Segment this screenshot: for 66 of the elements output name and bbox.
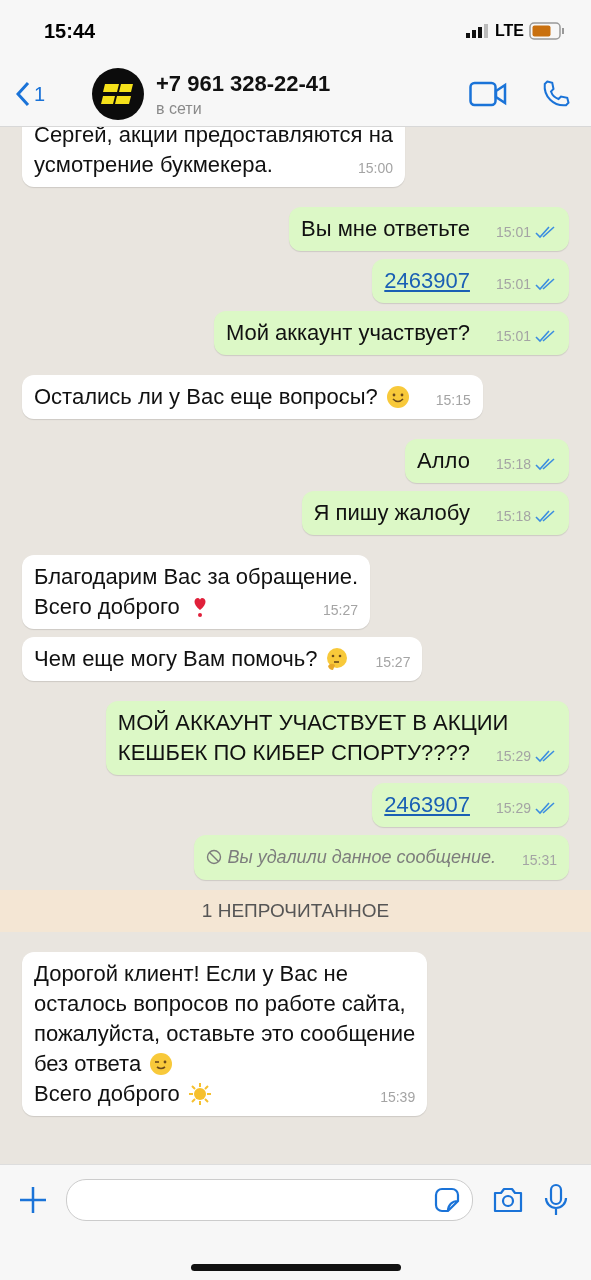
message-time: 15:27 [375,654,411,670]
battery-icon [529,22,565,40]
network-type: LTE [494,22,524,40]
message-text: Алло [417,447,470,475]
double-check-icon [535,801,557,815]
double-check-icon [535,457,557,471]
message-text: Чем еще могу Вам помочь? [34,645,318,673]
message-time: 15:31 [521,852,557,868]
double-check-icon [535,749,557,763]
chevron-left-icon [16,81,30,107]
message-text: Всего доброго [34,593,180,621]
message-link[interactable]: 2463907 [384,790,470,820]
message-text: Я пишу жалобу [313,499,470,527]
message-text: без ответа [34,1050,142,1078]
microphone-button[interactable] [543,1183,569,1217]
contact-avatar[interactable] [92,68,144,120]
microphone-icon [543,1183,569,1217]
message-text: КЕШБЕК ПО КИБЕР СПОРТУ???? [117,739,470,767]
winking-face-icon [149,1052,174,1076]
double-check-icon [535,509,557,523]
attach-button[interactable] [18,1185,48,1215]
smiley-icon [385,385,410,409]
message-text: Благодарим Вас за обращение. [34,563,359,591]
double-check-icon [535,277,557,291]
message-time: 15:29 [495,800,531,816]
camera-button[interactable] [491,1185,525,1215]
back-button[interactable]: 1 [16,81,82,107]
phone-icon [541,79,571,109]
deleted-notice: Вы удалили данное сообщение. [227,846,496,869]
unread-label: 1 НЕПРОЧИТАННОЕ [201,900,390,921]
presence-status: в сети [156,99,203,118]
message-time: 15:18 [495,508,531,524]
message-text: Дорогой клиент! Если у Вас не [34,960,348,988]
message-time: 15:01 [495,224,531,240]
message-text: Вы мне ответьте [301,215,470,243]
camera-icon [491,1185,525,1215]
message-input-field[interactable] [66,1179,473,1221]
video-camera-icon [469,81,507,107]
message-text: Мой аккаунт участвует? [225,319,470,347]
contact-name: +7 961 328-22-41 [156,70,332,97]
status-time: 15:44 [44,19,96,43]
sticker-icon [434,1187,460,1213]
ban-icon [206,849,223,865]
message-time: 15:01 [495,276,531,292]
message-text: осталось вопросов по работе сайта, [34,990,406,1018]
double-check-icon [535,225,557,239]
message-link[interactable]: 2463907 [384,266,470,296]
message-time: 15:27 [323,602,359,618]
message-time: 15:39 [380,1089,416,1105]
voice-call-button[interactable] [541,79,571,109]
message-text: Остались ли у Вас еще вопросы? [34,383,378,411]
sun-icon [187,1082,212,1106]
message-text: Всего доброго [34,1080,180,1108]
message-time: 15:18 [495,456,531,472]
message-text: МОЙ АККАУНТ УЧАСТВУЕТ В АКЦИИ [117,709,509,737]
message-text: усмотрение букмекера. [34,151,273,179]
message-time: 15:01 [495,328,531,344]
message-text: пожалуйста, оставьте это сообщение [34,1020,416,1048]
double-check-icon [535,329,557,343]
plus-icon [18,1185,48,1215]
message-time: 15:15 [435,392,471,408]
signal-icon [465,24,490,38]
message-time: 15:29 [495,748,531,764]
thinking-face-icon [325,647,350,671]
message-time: 15:00 [358,160,394,176]
video-call-button[interactable] [469,81,507,107]
